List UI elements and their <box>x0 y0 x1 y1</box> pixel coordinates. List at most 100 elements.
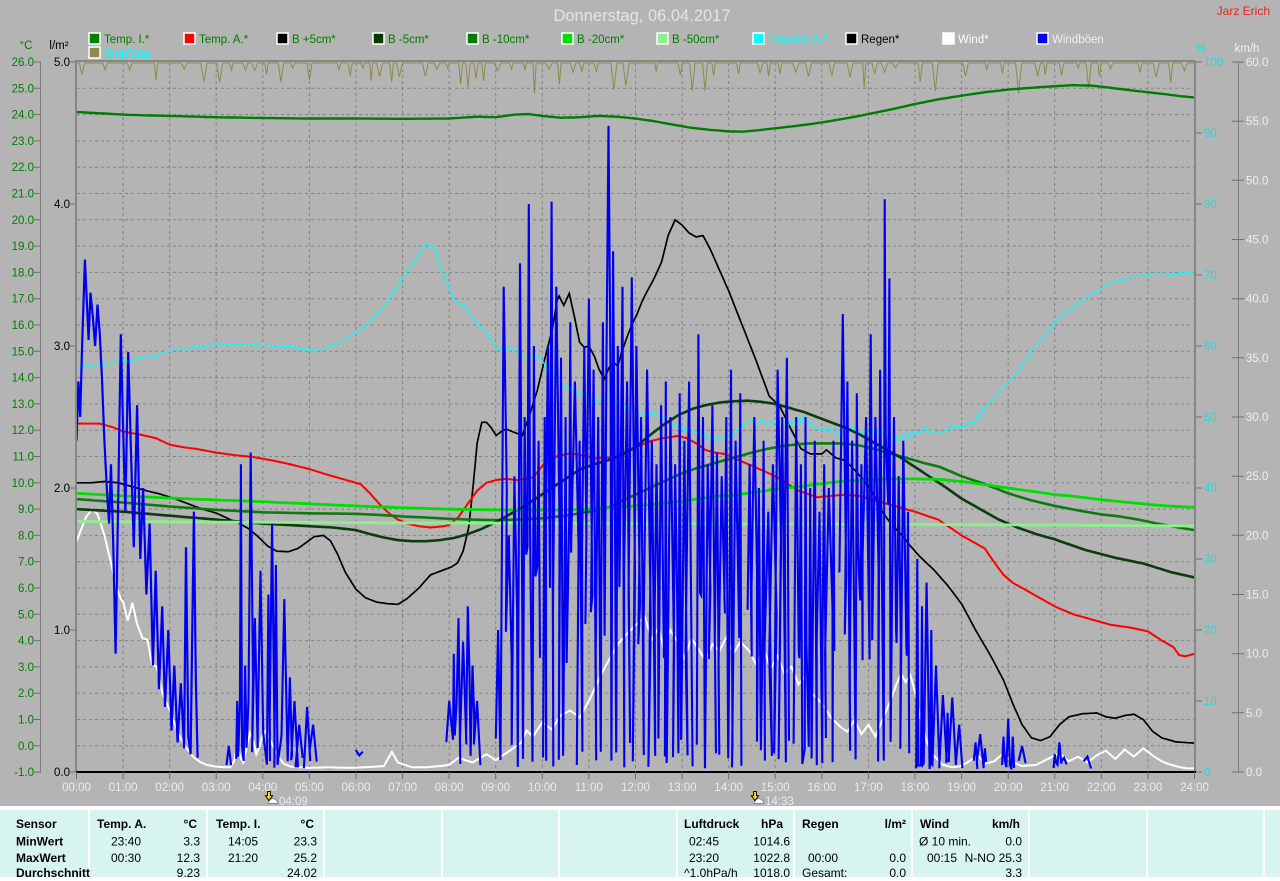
svg-text:24.02: 24.02 <box>287 866 317 880</box>
svg-text:22:00: 22:00 <box>1087 782 1116 794</box>
svg-text:20: 20 <box>1204 625 1217 637</box>
svg-text:Windböen: Windböen <box>1052 34 1104 46</box>
svg-text:26.0: 26.0 <box>12 57 34 69</box>
svg-text:km/h: km/h <box>1235 43 1260 55</box>
svg-text:km/h: km/h <box>992 817 1020 831</box>
svg-text:55.0: 55.0 <box>1246 116 1268 128</box>
svg-text:Regen: Regen <box>802 817 839 831</box>
svg-text:5.0: 5.0 <box>18 609 34 621</box>
svg-text:3.0: 3.0 <box>18 662 34 674</box>
svg-text:Jarz Erich: Jarz Erich <box>1217 4 1270 18</box>
svg-text:°C: °C <box>20 40 33 52</box>
svg-text:08:00: 08:00 <box>435 782 464 794</box>
svg-text:0.0: 0.0 <box>1246 767 1262 779</box>
svg-text:^1.0hPa/h: ^1.0hPa/h <box>684 866 738 880</box>
svg-text:10:00: 10:00 <box>528 782 557 794</box>
svg-text:02:45: 02:45 <box>689 835 719 849</box>
svg-text:21:20: 21:20 <box>228 851 258 865</box>
svg-text:24.0: 24.0 <box>12 110 34 122</box>
svg-text:14:00: 14:00 <box>714 782 743 794</box>
svg-text:0.0: 0.0 <box>889 866 906 880</box>
svg-text:Empfang: Empfang <box>104 48 150 60</box>
svg-text:25.2: 25.2 <box>294 851 318 865</box>
svg-text:80: 80 <box>1204 199 1217 211</box>
svg-text:21.0: 21.0 <box>12 189 34 201</box>
svg-text:11:00: 11:00 <box>575 782 603 794</box>
svg-text:03:00: 03:00 <box>202 782 231 794</box>
svg-text:3.3: 3.3 <box>1005 866 1022 880</box>
svg-text:0.0: 0.0 <box>18 741 34 753</box>
svg-text:70: 70 <box>1204 270 1217 282</box>
svg-text:Feuchte A.*: Feuchte A.* <box>768 34 828 46</box>
svg-text:12.3: 12.3 <box>177 851 201 865</box>
svg-text:l/m²: l/m² <box>885 817 906 831</box>
svg-text:01:00: 01:00 <box>109 782 138 794</box>
svg-text:0.0: 0.0 <box>889 851 906 865</box>
svg-text:2.0: 2.0 <box>18 688 34 700</box>
svg-text:17.0: 17.0 <box>12 294 34 306</box>
svg-text:1014.6: 1014.6 <box>753 835 790 849</box>
svg-text:Durchschnitt: Durchschnitt <box>16 866 90 880</box>
svg-text:14.0: 14.0 <box>12 373 34 385</box>
svg-text:20:00: 20:00 <box>994 782 1023 794</box>
svg-text:09:00: 09:00 <box>481 782 510 794</box>
svg-text:1018.0: 1018.0 <box>753 866 790 880</box>
svg-text:-1.0: -1.0 <box>14 767 34 779</box>
svg-text:13.0: 13.0 <box>12 399 34 411</box>
svg-text:12:00: 12:00 <box>621 782 650 794</box>
svg-text:23:00: 23:00 <box>1134 782 1163 794</box>
svg-text:14:05: 14:05 <box>228 835 258 849</box>
svg-text:25.0: 25.0 <box>1246 471 1268 483</box>
svg-text:Ø 10 min.: Ø 10 min. <box>919 835 971 849</box>
svg-text:00:30: 00:30 <box>111 851 141 865</box>
svg-text:Temp. A.*: Temp. A.* <box>199 34 249 46</box>
svg-text:07:00: 07:00 <box>388 782 417 794</box>
svg-text:B -20cm*: B -20cm* <box>577 34 625 46</box>
svg-text:MinWert: MinWert <box>16 835 63 849</box>
svg-text:5.0: 5.0 <box>1246 708 1262 720</box>
svg-text:23.0: 23.0 <box>12 136 34 148</box>
svg-text:1.0: 1.0 <box>54 625 70 637</box>
svg-text:Regen*: Regen* <box>861 34 900 46</box>
svg-text:N-NO 25.3: N-NO 25.3 <box>965 851 1023 865</box>
svg-text:Luftdruck: Luftdruck <box>684 817 740 831</box>
svg-text:%: % <box>1196 43 1206 55</box>
svg-text:Gesamt:: Gesamt: <box>802 866 847 880</box>
svg-text:4.0: 4.0 <box>54 199 70 211</box>
svg-text:16.0: 16.0 <box>12 320 34 332</box>
svg-text:0: 0 <box>1204 767 1210 779</box>
svg-text:15:00: 15:00 <box>761 782 790 794</box>
svg-text:1022.8: 1022.8 <box>753 851 790 865</box>
svg-text:8.0: 8.0 <box>18 530 34 542</box>
svg-text:l/m²: l/m² <box>49 40 68 52</box>
svg-text:45.0: 45.0 <box>1246 235 1268 247</box>
svg-text:90: 90 <box>1204 128 1217 140</box>
svg-text:02:00: 02:00 <box>155 782 184 794</box>
svg-text:0.0: 0.0 <box>54 767 70 779</box>
svg-text:60.0: 60.0 <box>1246 57 1268 69</box>
svg-text:11.0: 11.0 <box>12 452 34 464</box>
svg-text:19.0: 19.0 <box>12 241 34 253</box>
svg-text:20.0: 20.0 <box>12 215 34 227</box>
svg-text:21:00: 21:00 <box>1040 782 1069 794</box>
svg-text:10: 10 <box>1204 696 1217 708</box>
svg-text:10.0: 10.0 <box>12 478 34 490</box>
svg-text:50.0: 50.0 <box>1246 175 1268 187</box>
svg-text:Wind*: Wind* <box>958 34 989 46</box>
svg-text:40.0: 40.0 <box>1246 294 1268 306</box>
svg-text:6.0: 6.0 <box>18 583 34 595</box>
svg-text:05:00: 05:00 <box>295 782 324 794</box>
svg-text:13:00: 13:00 <box>668 782 697 794</box>
svg-text:30: 30 <box>1204 554 1217 566</box>
svg-text:5.0: 5.0 <box>54 57 70 69</box>
svg-text:9.23: 9.23 <box>177 866 201 880</box>
svg-text:00:00: 00:00 <box>808 851 838 865</box>
svg-text:9.0: 9.0 <box>18 504 34 516</box>
svg-text:30.0: 30.0 <box>1246 412 1268 424</box>
svg-text:00:00: 00:00 <box>62 782 91 794</box>
svg-text:25.0: 25.0 <box>12 83 34 95</box>
svg-text:7.0: 7.0 <box>18 557 34 569</box>
svg-text:18.0: 18.0 <box>12 267 34 279</box>
svg-text:Donnerstag, 06.04.2017: Donnerstag, 06.04.2017 <box>553 7 730 25</box>
svg-text:12.0: 12.0 <box>12 425 34 437</box>
